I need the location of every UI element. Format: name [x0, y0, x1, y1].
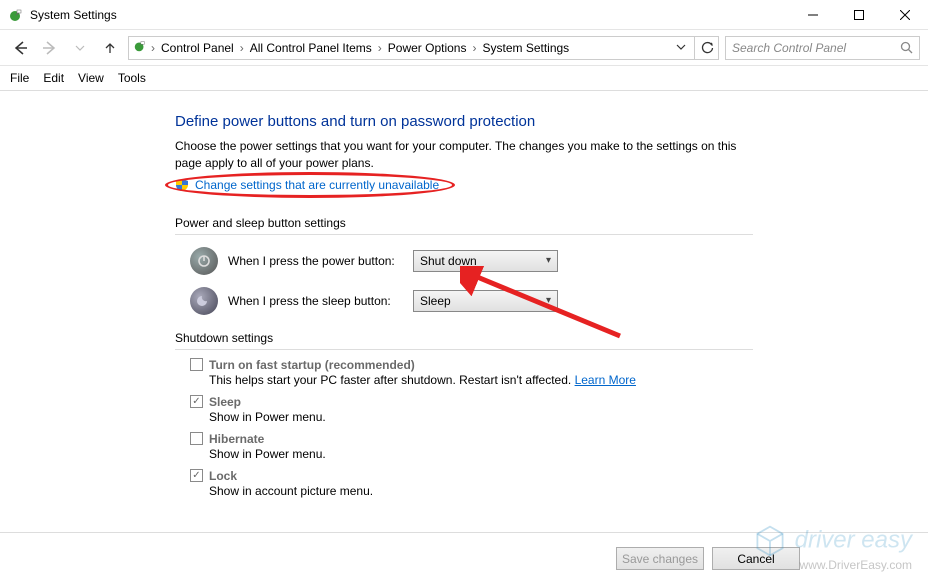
section-power-heading: Power and sleep button settings	[175, 216, 753, 235]
save-button[interactable]: Save changes	[616, 547, 704, 570]
search-icon	[900, 41, 913, 54]
refresh-button[interactable]	[695, 36, 719, 60]
shutdown-item-hibernate: Hibernate Show in Power menu.	[190, 432, 753, 461]
power-button-label: When I press the power button:	[228, 254, 403, 268]
menubar: File Edit View Tools	[0, 66, 928, 91]
checkbox[interactable]: ✓	[190, 469, 203, 482]
up-button[interactable]	[98, 36, 122, 60]
recent-chevron-icon[interactable]	[68, 36, 92, 60]
page-title: Define power buttons and turn on passwor…	[175, 113, 753, 130]
window-title: System Settings	[30, 8, 117, 22]
search-placeholder: Search Control Panel	[732, 41, 900, 55]
breadcrumb[interactable]: Control Panel	[159, 41, 236, 55]
titlebar: System Settings	[0, 0, 928, 30]
section-shutdown-heading: Shutdown settings	[175, 331, 753, 350]
menu-tools[interactable]: Tools	[118, 71, 146, 85]
menu-edit[interactable]: Edit	[43, 71, 64, 85]
back-button[interactable]	[8, 36, 32, 60]
app-icon	[8, 7, 24, 23]
forward-button[interactable]	[38, 36, 62, 60]
page-description: Choose the power settings that you want …	[175, 138, 753, 172]
breadcrumb[interactable]: Power Options	[386, 41, 469, 55]
sleep-button-label: When I press the sleep button:	[228, 294, 403, 308]
cancel-button[interactable]: Cancel	[712, 547, 800, 570]
change-settings-link[interactable]: Change settings that are currently unava…	[195, 178, 439, 192]
shutdown-item-fast-startup: Turn on fast startup (recommended) This …	[190, 358, 753, 387]
checkbox[interactable]	[190, 432, 203, 445]
breadcrumb[interactable]: System Settings	[480, 41, 571, 55]
navbar: › Control Panel › All Control Panel Item…	[0, 30, 928, 66]
power-button-row: When I press the power button: Shut down	[190, 247, 753, 275]
search-input[interactable]: Search Control Panel	[725, 36, 920, 60]
sleep-button-combo[interactable]: Sleep	[413, 290, 558, 312]
power-icon	[190, 247, 218, 275]
shutdown-item-lock: ✓ Lock Show in account picture menu.	[190, 469, 753, 498]
change-settings-row: Change settings that are currently unava…	[175, 178, 439, 192]
bottom-bar: Save changes Cancel	[0, 532, 928, 574]
content-area: Define power buttons and turn on passwor…	[0, 91, 928, 584]
checkbox[interactable]: ✓	[190, 395, 203, 408]
maximize-button[interactable]	[836, 0, 882, 29]
learn-more-link[interactable]: Learn More	[575, 373, 636, 387]
breadcrumb[interactable]: All Control Panel Items	[248, 41, 374, 55]
sleep-button-row: When I press the sleep button: Sleep	[190, 287, 753, 315]
power-button-combo[interactable]: Shut down	[413, 250, 558, 272]
chevron-right-icon: ›	[238, 41, 246, 55]
window-controls	[790, 0, 928, 29]
checkbox[interactable]	[190, 358, 203, 371]
chevron-right-icon: ›	[470, 41, 478, 55]
chevron-down-icon[interactable]	[672, 41, 690, 55]
close-button[interactable]	[882, 0, 928, 29]
address-icon	[133, 39, 147, 56]
uac-shield-icon	[175, 178, 189, 192]
minimize-button[interactable]	[790, 0, 836, 29]
menu-view[interactable]: View	[78, 71, 104, 85]
address-bar[interactable]: › Control Panel › All Control Panel Item…	[128, 36, 695, 60]
sleep-icon	[190, 287, 218, 315]
shutdown-item-sleep: ✓ Sleep Show in Power menu.	[190, 395, 753, 424]
chevron-right-icon: ›	[149, 41, 157, 55]
menu-file[interactable]: File	[10, 71, 29, 85]
shutdown-settings: Turn on fast startup (recommended) This …	[190, 358, 753, 498]
chevron-right-icon: ›	[376, 41, 384, 55]
